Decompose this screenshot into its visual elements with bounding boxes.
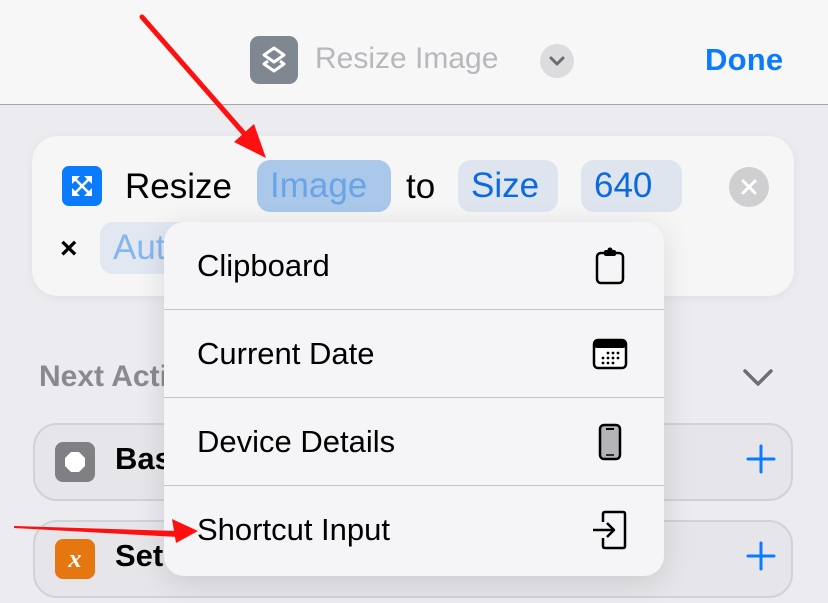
menu-item-label: Clipboard	[197, 247, 330, 283]
menu-item-shortcut-input[interactable]: Shortcut Input	[164, 486, 664, 574]
remove-action-button[interactable]	[729, 167, 769, 207]
done-button[interactable]: Done	[705, 42, 783, 78]
close-icon	[741, 179, 757, 195]
menu-item-device-details[interactable]: Device Details	[164, 398, 664, 486]
add-action-plus-icon[interactable]	[745, 443, 777, 480]
times-symbol: ×	[60, 232, 78, 265]
navigation-bar: Resize Image Done	[0, 0, 828, 105]
menu-item-label: Current Date	[197, 335, 375, 371]
menu-item-clipboard[interactable]: Clipboard	[164, 222, 664, 310]
action-verb: Resize	[125, 167, 232, 206]
clipboard-icon	[590, 246, 630, 286]
shortcut-input-icon	[590, 510, 630, 550]
calendar-icon	[590, 334, 630, 374]
title-menu-chevron-icon[interactable]	[540, 44, 574, 78]
menu-item-current-date[interactable]: Current Date	[164, 310, 664, 398]
variable-picker-menu: Clipboard Current Date Device Details Sh…	[164, 222, 664, 576]
stop-octagon-icon	[55, 442, 95, 482]
resize-arrows-icon	[62, 166, 102, 206]
input-image-token[interactable]: Image	[257, 160, 391, 212]
width-value-token[interactable]: 640	[581, 160, 682, 212]
collapse-chevron-icon[interactable]	[742, 368, 774, 393]
variable-x-icon: x	[55, 539, 95, 579]
add-action-plus-icon[interactable]	[745, 540, 777, 577]
menu-item-label: Device Details	[197, 423, 396, 459]
shortcuts-icon[interactable]	[250, 36, 298, 84]
action-connector: to	[406, 167, 436, 206]
menu-item-label: Shortcut Input	[197, 512, 391, 547]
shortcut-title[interactable]: Resize Image	[315, 42, 498, 76]
iphone-icon	[590, 422, 630, 462]
resize-mode-token[interactable]: Size	[458, 160, 558, 212]
